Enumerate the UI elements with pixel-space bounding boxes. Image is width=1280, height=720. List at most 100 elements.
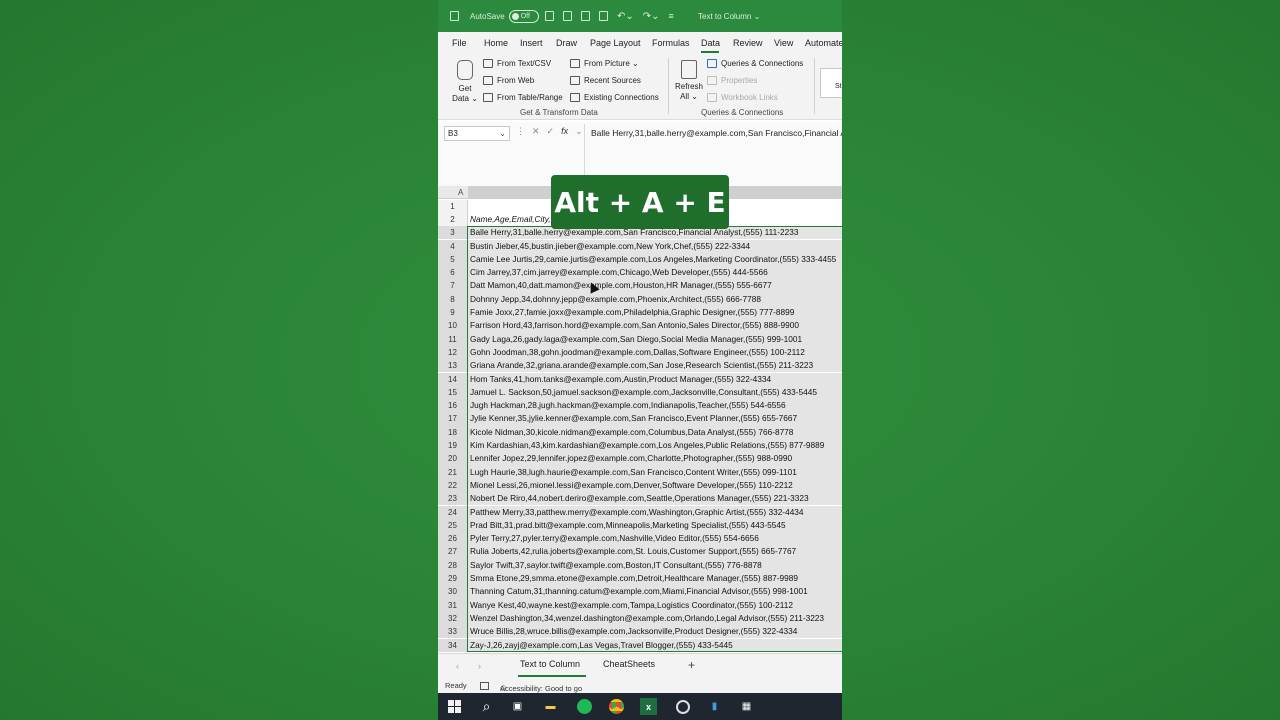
- get-data-button[interactable]: Get Data ⌄: [450, 58, 480, 106]
- tab-data[interactable]: Data: [701, 38, 720, 48]
- from-picture-button[interactable]: From Picture ⌄: [570, 59, 639, 68]
- tab-draw[interactable]: Draw: [556, 38, 577, 48]
- worksheet-grid[interactable]: A 1 2 Name,Age,Email,City,Occupation,Phone…: [438, 186, 842, 653]
- table-row[interactable]: Kim Kardashian,43,kim.kardashian@example…: [468, 439, 842, 453]
- row-header[interactable]: 11: [438, 332, 468, 346]
- sheet-tab-cheatsheets[interactable]: CheatSheets: [603, 659, 655, 669]
- stocks-button-partial[interactable]: St: [820, 68, 842, 98]
- new-file-icon[interactable]: [581, 11, 590, 21]
- table-row[interactable]: Farrison Hord,43,farrison.hord@example.c…: [468, 319, 842, 333]
- row-header[interactable]: 22: [438, 478, 468, 493]
- table-row[interactable]: Thanning Catum,31,thanning.catum@example…: [468, 585, 842, 599]
- row-header[interactable]: 15: [438, 385, 468, 400]
- app-icon[interactable]: ▮: [706, 698, 723, 715]
- tab-page-layout[interactable]: Page Layout: [590, 38, 641, 48]
- next-sheet-icon[interactable]: ›: [478, 661, 481, 671]
- tab-formulas[interactable]: Formulas: [652, 38, 690, 48]
- table-row[interactable]: Kicole Nidman,30,kicole.nidman@example.c…: [468, 425, 842, 439]
- row-header[interactable]: 1: [438, 199, 468, 213]
- table-row[interactable]: Camie Lee Jurtis,29,camie.jurtis@example…: [468, 252, 842, 267]
- undo-icon[interactable]: ↶⌄: [617, 11, 634, 22]
- existing-connections-button[interactable]: Existing Connections: [570, 93, 659, 102]
- row-header[interactable]: 4: [438, 239, 468, 253]
- chevron-down-icon[interactable]: ⌄: [499, 129, 506, 138]
- redo-icon[interactable]: ↷⌄: [643, 11, 660, 22]
- tab-view[interactable]: View: [774, 38, 793, 48]
- spotify-icon[interactable]: [576, 698, 593, 715]
- expand-icon[interactable]: ⌄: [575, 126, 583, 137]
- name-box[interactable]: B3 ⌄: [444, 126, 510, 141]
- from-web-button[interactable]: From Web: [483, 76, 534, 85]
- row-header[interactable]: 34: [438, 638, 468, 652]
- table-row[interactable]: Zay-J,26,zayj@example.com,Las Vegas,Trav…: [468, 638, 842, 652]
- more-options-icon[interactable]: ⋮: [516, 126, 525, 137]
- macro-record-icon[interactable]: [480, 682, 489, 690]
- refresh-all-button[interactable]: Refresh All ⌄: [674, 58, 704, 106]
- formula-input[interactable]: Balle Herry,31,balle.herry@example.com,S…: [591, 128, 842, 138]
- excel-taskbar-icon[interactable]: x: [640, 698, 657, 715]
- table-row[interactable]: Prad Bitt,31,prad.bitt@example.com,Minne…: [468, 518, 842, 533]
- table-row[interactable]: Pyler Terry,27,pyler.terry@example.com,N…: [468, 532, 842, 546]
- table-row[interactable]: Lugh Haurie,38,lugh.haurie@example.com,S…: [468, 465, 842, 479]
- row-header[interactable]: 28: [438, 558, 468, 572]
- document-title[interactable]: Text to Column ⌄: [698, 0, 760, 32]
- table-row[interactable]: Rulia Joberts,42,rulia.joberts@example.c…: [468, 545, 842, 559]
- enter-icon[interactable]: ✓: [547, 126, 555, 137]
- row-header[interactable]: 14: [438, 372, 468, 386]
- row-header[interactable]: 32: [438, 611, 468, 626]
- cancel-icon[interactable]: ✕: [532, 126, 540, 137]
- table-row[interactable]: Patthew Merry,33,patthew.merry@example.c…: [468, 505, 842, 519]
- tab-review[interactable]: Review: [733, 38, 763, 48]
- row-header[interactable]: 3: [438, 226, 468, 240]
- tab-automate[interactable]: Automate: [805, 38, 842, 48]
- tab-insert[interactable]: Insert: [520, 38, 543, 48]
- row-header[interactable]: 26: [438, 532, 468, 546]
- row-header[interactable]: 7: [438, 279, 468, 293]
- row-header[interactable]: 6: [438, 266, 468, 280]
- row-header[interactable]: 27: [438, 545, 468, 559]
- table-row[interactable]: Cim Jarrey,37,cim.jarrey@example.com,Chi…: [468, 266, 842, 280]
- table-row[interactable]: Smma Etone,29,smma.etone@example.com,Det…: [468, 572, 842, 586]
- add-sheet-button[interactable]: +: [688, 658, 695, 672]
- table-row[interactable]: Famie Joxx,27,famie.joxx@example.com,Phi…: [468, 306, 842, 320]
- autosave-control[interactable]: AutoSave Off: [470, 0, 539, 32]
- edit-icon[interactable]: [563, 11, 572, 21]
- table-row[interactable]: Datt Mamon,40,datt.mamon@example.com,Hou…: [468, 279, 842, 293]
- obs-icon[interactable]: [674, 698, 691, 715]
- prev-sheet-icon[interactable]: ‹: [456, 661, 459, 671]
- table-row[interactable]: Jugh Hackman,28,jugh.hackman@example.com…: [468, 399, 842, 413]
- row-header[interactable]: 29: [438, 572, 468, 586]
- from-table-range-button[interactable]: From Table/Range: [483, 93, 563, 102]
- row-header[interactable]: 20: [438, 452, 468, 466]
- queries-connections-button[interactable]: Queries & Connections: [707, 59, 803, 68]
- row-header[interactable]: 10: [438, 319, 468, 333]
- table-row[interactable]: Gohn Joodman,38,gohn.joodman@example.com…: [468, 345, 842, 360]
- row-header[interactable]: 16: [438, 399, 468, 413]
- table-row[interactable]: Griana Arande,32,griana.arande@example.c…: [468, 359, 842, 373]
- table-row[interactable]: Jylie Kenner,35,jylie.kenner@example.com…: [468, 412, 842, 426]
- table-row[interactable]: Gady Laga,26,gady.laga@example.com,San D…: [468, 332, 842, 346]
- row-header[interactable]: 18: [438, 425, 468, 439]
- table-row[interactable]: Saylor Twift,37,saylor.twift@example.com…: [468, 558, 842, 572]
- row-header[interactable]: 5: [438, 252, 468, 267]
- tab-file[interactable]: File: [452, 38, 467, 48]
- row-header[interactable]: 9: [438, 306, 468, 320]
- insert-function-icon[interactable]: fx: [561, 126, 568, 137]
- row-header[interactable]: 31: [438, 598, 468, 612]
- task-view-icon[interactable]: ▣: [509, 698, 526, 715]
- row-header[interactable]: 21: [438, 465, 468, 479]
- row-header[interactable]: 13: [438, 359, 468, 373]
- table-row[interactable]: Bustin Jieber,45,bustin.jieber@example.c…: [468, 239, 842, 253]
- properties-button[interactable]: Properties: [707, 76, 757, 85]
- sheet-tab-text-to-column[interactable]: Text to Column: [520, 659, 580, 669]
- table-row[interactable]: Nobert De Riro,44,nobert.deriro@example.…: [468, 492, 842, 506]
- windows-start-icon[interactable]: [446, 698, 463, 715]
- table-row[interactable]: Jamuel L. Sackson,50,jamuel.sackson@exam…: [468, 385, 842, 400]
- workbook-links-button[interactable]: Workbook Links: [707, 93, 778, 102]
- row-header[interactable]: 30: [438, 585, 468, 599]
- row-header[interactable]: 8: [438, 292, 468, 306]
- from-text-csv-button[interactable]: From Text/CSV: [483, 59, 551, 68]
- row-header[interactable]: 17: [438, 412, 468, 426]
- table-row[interactable]: Lennifer Jopez,29,lennifer.jopez@example…: [468, 452, 842, 466]
- column-header-a[interactable]: A: [458, 188, 463, 197]
